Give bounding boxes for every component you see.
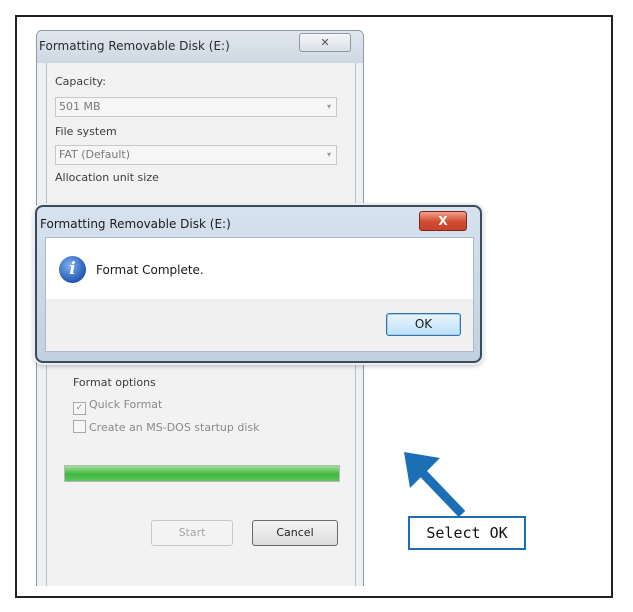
capacity-value: 501 MB	[59, 100, 101, 113]
message-box-title: Formatting Removable Disk (E:)	[40, 217, 231, 231]
message-box-close-button[interactable]: X	[419, 211, 467, 231]
file-system-label: File system	[55, 125, 117, 138]
format-progress-bar	[64, 465, 340, 482]
checkbox-empty-icon	[73, 420, 86, 433]
ms-dos-startup-checkbox[interactable]: Create an MS-DOS startup disk	[73, 420, 260, 434]
format-dialog-titlebar: Formatting Removable Disk (E:) ✕	[37, 31, 363, 63]
chevron-down-icon: ▾	[326, 150, 331, 159]
ok-button[interactable]: OK	[386, 313, 461, 336]
quick-format-label: Quick Format	[89, 398, 163, 411]
file-system-value: FAT (Default)	[59, 148, 130, 161]
format-progress-fill	[65, 466, 339, 481]
capacity-label: Capacity:	[55, 75, 106, 88]
chevron-down-icon: ▾	[326, 102, 331, 111]
allocation-unit-size-label: Allocation unit size	[55, 171, 159, 184]
message-box-footer: OK	[45, 299, 474, 352]
capacity-select[interactable]: 501 MB ▾	[55, 97, 337, 117]
ms-dos-startup-label: Create an MS-DOS startup disk	[89, 421, 260, 434]
format-dialog-title: Formatting Removable Disk (E:)	[39, 39, 230, 53]
format-dialog-close-button[interactable]: ✕	[299, 33, 351, 52]
cancel-button[interactable]: Cancel	[252, 520, 338, 546]
info-icon: i	[59, 256, 86, 283]
select-ok-callout: Select OK	[408, 516, 526, 550]
quick-format-checkbox[interactable]: ✓ Quick Format	[73, 398, 162, 415]
message-box-content: i Format Complete.	[45, 237, 474, 300]
start-button[interactable]: Start	[151, 520, 233, 546]
format-complete-dialog: Formatting Removable Disk (E:) X i Forma…	[35, 205, 482, 363]
file-system-select[interactable]: FAT (Default) ▾	[55, 145, 337, 165]
checkbox-checked-icon: ✓	[73, 402, 86, 415]
format-options-title: Format options	[73, 376, 156, 389]
message-text: Format Complete.	[96, 263, 204, 277]
